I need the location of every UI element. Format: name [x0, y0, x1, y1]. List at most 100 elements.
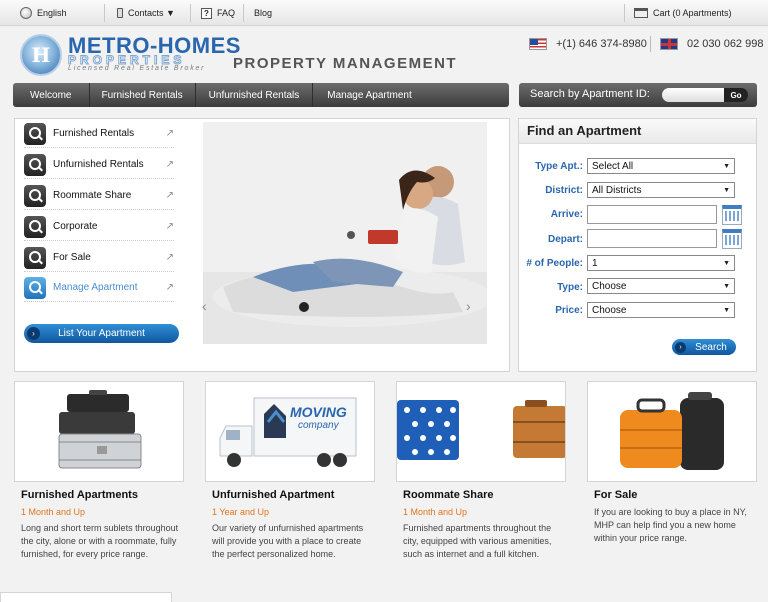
- bottom-panel: [0, 592, 172, 602]
- nav-welcome[interactable]: Welcome: [13, 83, 90, 107]
- nav-unfurnished-rentals[interactable]: Unfurnished Rentals: [196, 83, 314, 107]
- search-icon: [24, 215, 46, 238]
- search-button[interactable]: › Search: [672, 339, 736, 355]
- uk-flag-icon: [660, 38, 678, 50]
- type-label: Type:: [557, 282, 583, 293]
- price-label: Price:: [555, 305, 583, 316]
- card-title[interactable]: For Sale: [594, 489, 637, 501]
- arrow-icon: ↗: [165, 159, 174, 170]
- arrow-icon: ↗: [165, 221, 174, 232]
- question-icon: ?: [201, 7, 212, 19]
- truck-logo-subtext: company: [298, 420, 339, 431]
- for-sale-image[interactable]: [587, 381, 757, 482]
- search-button-label: Search: [695, 341, 727, 353]
- district-label: District:: [545, 185, 583, 196]
- search-icon: [24, 246, 46, 269]
- blog-link[interactable]: Blog: [254, 0, 272, 26]
- sidebar-item-for-sale[interactable]: For Sale ↗: [24, 244, 174, 272]
- hero-slider-image: [203, 122, 487, 344]
- language-selector[interactable]: English: [20, 0, 67, 26]
- search-icon: [24, 122, 46, 145]
- find-apartment-title: Find an Apartment: [527, 123, 642, 138]
- slider-prev-icon[interactable]: ‹: [202, 298, 207, 314]
- slider-next-icon[interactable]: ›: [466, 298, 471, 314]
- sidebar-item-unfurnished-rentals[interactable]: Unfurnished Rentals ↗: [24, 151, 174, 179]
- arrow-icon: ↗: [165, 128, 174, 139]
- divider: [104, 4, 105, 22]
- sidebar-item-label: Furnished Rentals: [53, 128, 135, 139]
- page-title: PROPERTY MANAGEMENT: [233, 55, 458, 72]
- list-button-label: List Your Apartment: [58, 328, 145, 339]
- sidebar-item-furnished-rentals[interactable]: Furnished Rentals ↗: [24, 120, 174, 148]
- arrow-icon: ↗: [165, 252, 174, 263]
- card-title[interactable]: Furnished Apartments: [21, 489, 138, 501]
- divider: [650, 36, 651, 52]
- phone-us: +(1) 646 374-8980: [556, 38, 647, 50]
- district-select[interactable]: All Districts: [587, 182, 735, 198]
- nav-manage-apartment[interactable]: Manage Apartment: [313, 83, 426, 107]
- sidebar-item-manage-apartment[interactable]: Manage Apartment ↗: [24, 274, 174, 302]
- card-subtitle: 1 Year and Up: [212, 507, 270, 517]
- truck-logo-text: MOVING: [290, 404, 347, 420]
- sidebar-item-roommate-share[interactable]: Roommate Share ↗: [24, 182, 174, 210]
- divider: [243, 4, 244, 22]
- contacts-menu[interactable]: Contacts ▼: [117, 0, 175, 26]
- contacts-label: Contacts ▼: [128, 8, 175, 18]
- arrive-field[interactable]: [587, 205, 717, 224]
- globe-icon: [20, 7, 32, 19]
- chevron-right-icon: ›: [27, 327, 40, 340]
- type-apt-label: Type Apt.:: [535, 161, 583, 172]
- type-apt-select[interactable]: Select All: [587, 158, 735, 174]
- card-description: Our variety of unfurnished apartments wi…: [212, 523, 364, 559]
- cart-icon: [634, 8, 648, 18]
- roommate-share-image[interactable]: [396, 381, 566, 482]
- card-title[interactable]: Unfurnished Apartment: [212, 489, 334, 501]
- card-title[interactable]: Roommate Share: [403, 489, 493, 501]
- type-select[interactable]: Choose: [587, 278, 735, 294]
- search-icon: [24, 153, 46, 176]
- list-your-apartment-button[interactable]: › List Your Apartment: [24, 324, 179, 343]
- calendar-icon[interactable]: [722, 205, 742, 225]
- logo-initial: H: [31, 43, 51, 67]
- price-select[interactable]: Choose: [587, 302, 735, 318]
- calendar-icon[interactable]: [722, 229, 742, 249]
- card-subtitle: 1 Month and Up: [21, 507, 86, 517]
- faq-label: FAQ: [217, 8, 236, 18]
- faq-link[interactable]: ? FAQ: [201, 0, 235, 26]
- blog-label: Blog: [254, 8, 273, 18]
- apartment-id-input[interactable]: [662, 88, 724, 102]
- phone-uk: 02 030 062 998: [687, 38, 764, 50]
- cart-link[interactable]: Cart (0 Apartments): [634, 0, 732, 26]
- search-icon: [24, 276, 46, 299]
- card-description: Furnished apartments throughout the city…: [403, 523, 552, 559]
- search-icon: [24, 184, 46, 207]
- us-flag-icon: [529, 38, 547, 50]
- cart-label: Cart (0 Apartments): [653, 8, 732, 18]
- sidebar-item-label: Roommate Share: [53, 190, 132, 201]
- sidebar-item-label: Corporate: [53, 221, 98, 232]
- sidebar-item-corporate[interactable]: Corporate ↗: [24, 213, 174, 241]
- logo-icon[interactable]: H: [20, 34, 62, 76]
- logo-tagline: Licensed Real Estate Broker: [68, 65, 206, 72]
- card-subtitle: 1 Month and Up: [403, 507, 468, 517]
- language-label: English: [37, 8, 67, 18]
- card-description: Long and short term sublets throughout t…: [21, 523, 179, 559]
- arrow-icon: ↗: [165, 282, 174, 293]
- card-description: If you are looking to buy a place in NY,…: [594, 507, 747, 543]
- divider: [624, 4, 625, 22]
- people-select[interactable]: 1: [587, 255, 735, 271]
- people-label: # of People:: [526, 258, 583, 269]
- sidebar-item-label: Manage Apartment: [53, 282, 138, 293]
- depart-field[interactable]: [587, 229, 717, 248]
- go-button[interactable]: Go: [724, 88, 748, 102]
- depart-label: Depart:: [547, 234, 583, 245]
- apartment-id-label: Search by Apartment ID:: [530, 88, 650, 100]
- divider: [190, 4, 191, 22]
- slider-dot[interactable]: [299, 302, 309, 312]
- nav-furnished-rentals[interactable]: Furnished Rentals: [90, 83, 196, 107]
- unfurnished-apartment-image[interactable]: MOVING company: [205, 381, 375, 482]
- furnished-apartments-image[interactable]: [14, 381, 184, 482]
- sidebar-item-label: Unfurnished Rentals: [53, 159, 144, 170]
- sidebar-item-label: For Sale: [53, 252, 91, 263]
- chevron-right-icon: ›: [675, 341, 686, 353]
